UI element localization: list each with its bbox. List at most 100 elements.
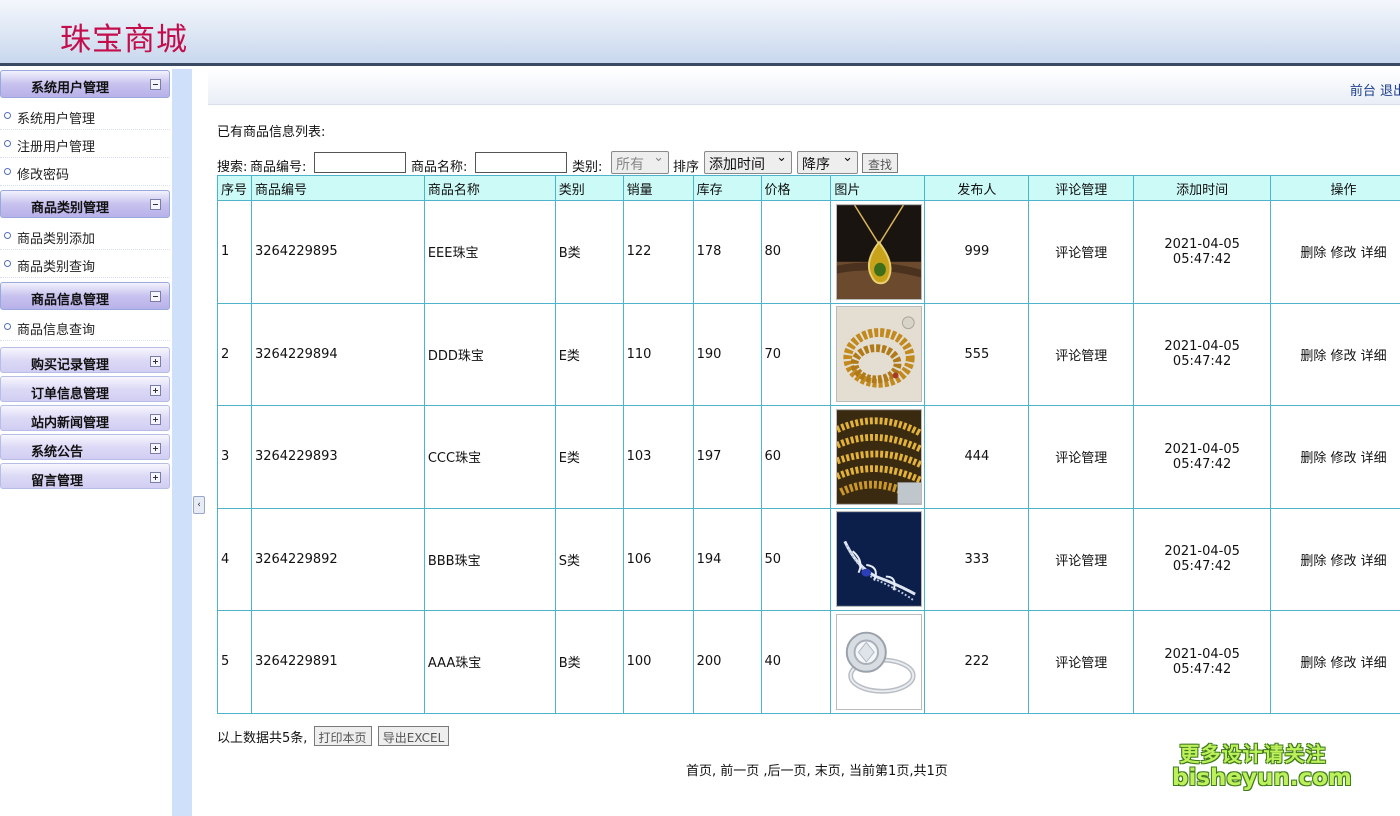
product-name-input[interactable] xyxy=(475,152,567,173)
gold-chains-image[interactable] xyxy=(836,408,923,505)
cell-stock: 197 xyxy=(692,405,762,509)
expand-icon[interactable] xyxy=(150,356,161,367)
menu-group-orders[interactable]: 订单信息管理 xyxy=(0,376,170,402)
cell-sales: 110 xyxy=(622,302,694,406)
total-count: 以上数据共5条, xyxy=(217,731,308,746)
cell-time: 2021-04-05 05:47:42 xyxy=(1133,405,1272,509)
menu-group-purchase-records[interactable]: 购买记录管理 xyxy=(0,347,170,373)
top-links[interactable]: 前台 退出 xyxy=(1350,80,1400,99)
header-no: 序号 xyxy=(217,175,252,201)
cell-comment-link[interactable]: 评论管理 xyxy=(1028,200,1135,304)
table-row: 4 3264229892 BBB珠宝 S类 106 194 50 333 评论管… xyxy=(217,507,1400,611)
amber-pendant-image[interactable] xyxy=(836,203,923,300)
cell-stock: 190 xyxy=(692,302,762,406)
cell-comment-link[interactable]: 评论管理 xyxy=(1028,302,1135,406)
export-excel-button[interactable]: 导出EXCEL xyxy=(377,726,450,746)
table-row: 1 3264229895 EEE珠宝 B类 122 178 80 999 评论管… xyxy=(217,200,1400,304)
cell-publisher: 333 xyxy=(924,507,1030,611)
cell-time: 2021-04-05 05:47:42 xyxy=(1133,302,1272,406)
table-header-row: 序号 商品编号 商品名称 类别 销量 库存 价格 图片 发布人 评论管理 添加时… xyxy=(217,175,1400,201)
menu-group-messages[interactable]: 留言管理 xyxy=(0,463,170,489)
sidebar-collapse-arrow-icon[interactable]: ‹ xyxy=(193,496,205,514)
expand-icon[interactable] xyxy=(150,385,161,396)
expand-icon[interactable] xyxy=(150,443,161,454)
cell-time: 2021-04-05 05:47:42 xyxy=(1133,610,1272,714)
menu-item-product-query[interactable]: 商品信息查询 xyxy=(0,314,170,341)
bead-bracelet-image[interactable] xyxy=(836,306,923,403)
sort-label: 排序 xyxy=(673,160,700,175)
table-row: 3 3264229893 CCC珠宝 E类 103 197 60 444 评论管… xyxy=(217,405,1400,509)
table-row: 2 3264229894 DDD珠宝 E类 110 190 70 555 评论管… xyxy=(217,302,1400,406)
cell-ops[interactable]: 删除 修改 详细 xyxy=(1270,302,1400,406)
expand-icon[interactable] xyxy=(150,472,161,483)
menu-item-category-query[interactable]: 商品类别查询 xyxy=(0,251,170,278)
cell-code: 3264229893 xyxy=(250,405,425,509)
cell-no: 2 xyxy=(217,302,252,406)
sort-order-select[interactable]: 降序 xyxy=(797,150,858,174)
cell-sales: 122 xyxy=(622,200,694,304)
collapse-icon[interactable] xyxy=(150,79,161,90)
cell-ops[interactable]: 删除 修改 详细 xyxy=(1270,610,1400,714)
header-ops: 操作 xyxy=(1270,175,1400,201)
cell-price: 80 xyxy=(760,200,832,304)
table-row: 5 3264229891 AAA珠宝 B类 100 200 40 222 评论管… xyxy=(217,610,1400,714)
header-publisher: 发布人 xyxy=(924,175,1030,201)
menu-item-category-add[interactable]: 商品类别添加 xyxy=(0,223,170,250)
cell-name: EEE珠宝 xyxy=(423,200,556,304)
bullet-icon xyxy=(4,323,11,330)
bullet-icon xyxy=(4,168,11,175)
cell-image xyxy=(830,302,926,406)
collapse-icon[interactable] xyxy=(150,291,161,302)
cell-comment-link[interactable]: 评论管理 xyxy=(1028,507,1135,611)
search-button[interactable]: 查找 xyxy=(862,153,898,173)
cell-price: 50 xyxy=(760,507,832,611)
cell-ops[interactable]: 删除 修改 详细 xyxy=(1270,200,1400,304)
cell-comment-link[interactable]: 评论管理 xyxy=(1028,405,1135,509)
menu-group-system-users[interactable]: 系统用户管理 xyxy=(0,70,170,98)
cell-ops[interactable]: 删除 修改 详细 xyxy=(1270,405,1400,509)
cell-stock: 178 xyxy=(692,200,762,304)
list-title: 已有商品信息列表: xyxy=(217,125,326,140)
search-prefix-label: 搜索: xyxy=(217,160,248,175)
menu-group-announcements[interactable]: 系统公告 xyxy=(0,434,170,460)
product-code-input[interactable] xyxy=(314,152,406,173)
cell-code: 3264229891 xyxy=(250,610,425,714)
category-select-value: 所有 xyxy=(616,157,644,173)
pagination[interactable]: 首页, 前一页 ,后一页, 末页, 当前第1页,共1页 xyxy=(686,760,948,779)
menu-item-system-user-manage[interactable]: 系统用户管理 xyxy=(0,103,170,130)
cell-price: 60 xyxy=(760,405,832,509)
collapse-icon[interactable] xyxy=(150,199,161,210)
cell-category: S类 xyxy=(554,507,624,611)
print-button[interactable]: 打印本页 xyxy=(313,726,372,746)
site-logo-title: 珠宝商城 xyxy=(60,22,188,58)
header-code: 商品编号 xyxy=(250,175,425,201)
cell-image xyxy=(830,200,926,304)
cell-price: 70 xyxy=(760,302,832,406)
cell-category: E类 xyxy=(554,302,624,406)
diamond-ring-image[interactable] xyxy=(836,613,923,710)
menu-group-label: 订单信息管理 xyxy=(31,387,110,402)
header-image: 图片 xyxy=(830,175,926,201)
header-time: 添加时间 xyxy=(1133,175,1272,201)
expand-icon[interactable] xyxy=(150,414,161,425)
category-select[interactable]: 所有 xyxy=(611,150,669,174)
sapphire-necklace-image[interactable] xyxy=(836,511,923,608)
menu-item-change-password[interactable]: 修改密码 xyxy=(0,159,170,186)
header-price: 价格 xyxy=(760,175,832,201)
header-name: 商品名称 xyxy=(423,175,556,201)
cell-code: 3264229895 xyxy=(250,200,425,304)
cell-ops[interactable]: 删除 修改 详细 xyxy=(1270,507,1400,611)
top-nav-bar: 前台 退出 xyxy=(208,69,1400,105)
menu-item-registered-users[interactable]: 注册用户管理 xyxy=(0,131,170,158)
code-label: 商品编号: xyxy=(250,160,307,175)
menu-group-product-info[interactable]: 商品信息管理 xyxy=(0,282,170,310)
menu-group-news[interactable]: 站内新闻管理 xyxy=(0,405,170,431)
cell-category: E类 xyxy=(554,405,624,509)
cell-publisher: 999 xyxy=(924,200,1030,304)
cell-image xyxy=(830,405,926,509)
menu-group-category[interactable]: 商品类别管理 xyxy=(0,190,170,218)
sort-field-select[interactable]: 添加时间 xyxy=(704,150,792,174)
cell-no: 4 xyxy=(217,507,252,611)
sidebar-menu: 系统用户管理 系统用户管理 注册用户管理 修改密码 商品类别管理 商品类别添加 … xyxy=(0,69,172,816)
cell-comment-link[interactable]: 评论管理 xyxy=(1028,610,1135,714)
